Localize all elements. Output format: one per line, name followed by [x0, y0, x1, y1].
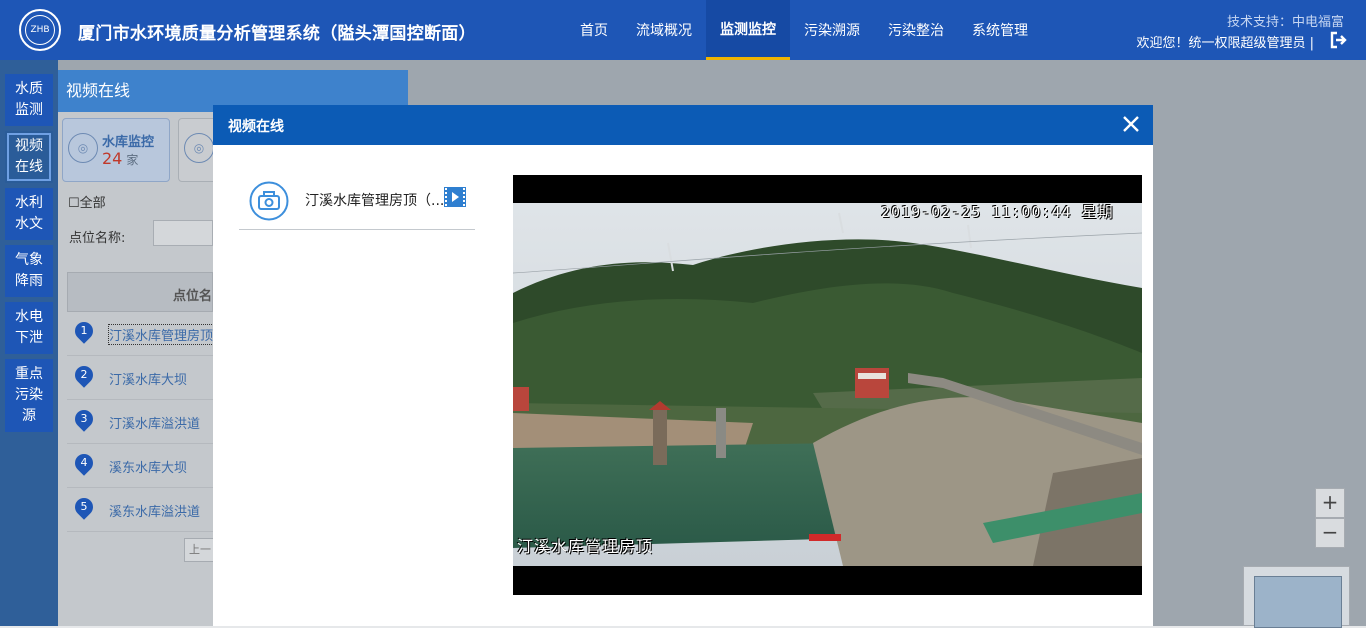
side-item-hydrology[interactable]: 水利 水文 [5, 188, 53, 240]
card-count-value: 24 [102, 149, 123, 168]
table-row[interactable]: 1 汀溪水库管理房顶 [67, 312, 215, 356]
pin-icon: 1 [71, 318, 97, 344]
table-row[interactable]: 4 溪东水库大坝 [67, 444, 213, 488]
main-nav: 首页 流域概况 监测监控 污染溯源 污染整治 系统管理 [566, 0, 1042, 60]
tech-support-text: 技术支持：中电福富 [1226, 15, 1344, 30]
name-filter-input[interactable] [153, 220, 213, 246]
side-item-pollution-source[interactable]: 重点 污染 源 [5, 359, 53, 432]
side-item-water-quality[interactable]: 水质 监测 [5, 74, 53, 126]
table-header-label: 点位名 [173, 289, 213, 304]
card-count: 24 家 [102, 149, 138, 168]
table-row[interactable]: 2 汀溪水库大坝 [67, 356, 213, 400]
nav-pollution-control[interactable]: 污染整治 [874, 0, 958, 60]
logo-text: ZHB [25, 15, 55, 45]
category-icon: ◎ [184, 133, 214, 163]
side-item-hydropower[interactable]: 水电 下泄 [5, 302, 53, 354]
select-all-checkbox[interactable]: ☐全部 [68, 192, 106, 211]
video-timestamp: 2019-02-25 11:00:44 星期 [881, 203, 1114, 221]
table-row[interactable]: 5 溪东水库溢洪道 [67, 488, 213, 532]
nav-pollution-trace[interactable]: 污染溯源 [790, 0, 874, 60]
video-frame [513, 203, 1142, 566]
table-header: 点位名 [67, 272, 213, 312]
pin-icon: 2 [71, 362, 97, 388]
modal-title: 视频在线 [228, 119, 284, 135]
video-player[interactable]: 2019-02-25 11:00:44 星期 汀溪水库管理房顶 [513, 175, 1142, 595]
camera-name: 汀溪水库管理房顶（... [305, 193, 445, 209]
close-icon[interactable] [1120, 113, 1142, 135]
welcome-text: 欢迎您！统一权限超级管理员 | [1136, 36, 1314, 51]
camera-icon: ◎ [68, 133, 98, 163]
minimap-view [1254, 576, 1342, 628]
logout-icon[interactable] [1330, 31, 1348, 49]
overview-minimap[interactable] [1243, 566, 1350, 628]
row-site-name[interactable]: 汀溪水库溢洪道 [109, 413, 200, 432]
side-item-weather[interactable]: 气象 降雨 [5, 245, 53, 297]
camera-list-item[interactable]: 汀溪水库管理房顶（... [239, 175, 475, 230]
row-site-name[interactable]: 汀溪水库管理房顶 [107, 324, 215, 345]
pin-icon: 5 [71, 494, 97, 520]
table-row[interactable]: 3 汀溪水库溢洪道 [67, 400, 213, 444]
prev-page-button[interactable]: 上一 [184, 538, 216, 562]
row-site-name[interactable]: 溪东水库大坝 [109, 457, 187, 476]
card-label: 水库监控 [102, 135, 155, 150]
modal-header: 视频在线 [213, 105, 1153, 145]
side-item-video[interactable]: 视频 在线 [5, 131, 53, 183]
video-camera-name: 汀溪水库管理房顶 [517, 537, 654, 556]
nav-system-admin[interactable]: 系统管理 [958, 0, 1042, 60]
pin-icon: 3 [71, 406, 97, 432]
zoom-out-button[interactable]: − [1315, 518, 1345, 548]
reservoir-monitor-card[interactable]: ◎ 水库监控 24 家 [62, 118, 170, 182]
top-bar: ZHB 厦门市水环境质量分析管理系统（隘头潭国控断面） 首页 流域概况 监测监控… [0, 0, 1366, 60]
play-video-icon[interactable] [444, 187, 466, 207]
site-table: 点位名 1 汀溪水库管理房顶 2 汀溪水库大坝 3 汀溪水库溢洪道 4 溪东水库大坝 5… [67, 272, 215, 532]
nav-monitoring[interactable]: 监测监控 [706, 0, 790, 60]
pin-icon: 4 [71, 450, 97, 476]
camera-icon [249, 181, 289, 221]
select-all-label: 全部 [79, 196, 106, 211]
name-filter-label: 点位名称: [69, 231, 126, 246]
video-modal: 视频在线 汀溪水库管理房顶（... 2019-02-25 11:00:44 星期… [213, 105, 1153, 626]
card-count-unit: 家 [126, 153, 139, 167]
row-site-name[interactable]: 汀溪水库大坝 [109, 369, 187, 388]
app-title: 厦门市水环境质量分析管理系统（隘头潭国控断面） [78, 24, 476, 44]
nav-home[interactable]: 首页 [566, 0, 622, 60]
nav-basin-overview[interactable]: 流域概况 [622, 0, 706, 60]
zoom-in-button[interactable]: + [1315, 488, 1345, 518]
app-logo: ZHB [19, 9, 61, 51]
row-site-name[interactable]: 溪东水库溢洪道 [109, 501, 200, 520]
